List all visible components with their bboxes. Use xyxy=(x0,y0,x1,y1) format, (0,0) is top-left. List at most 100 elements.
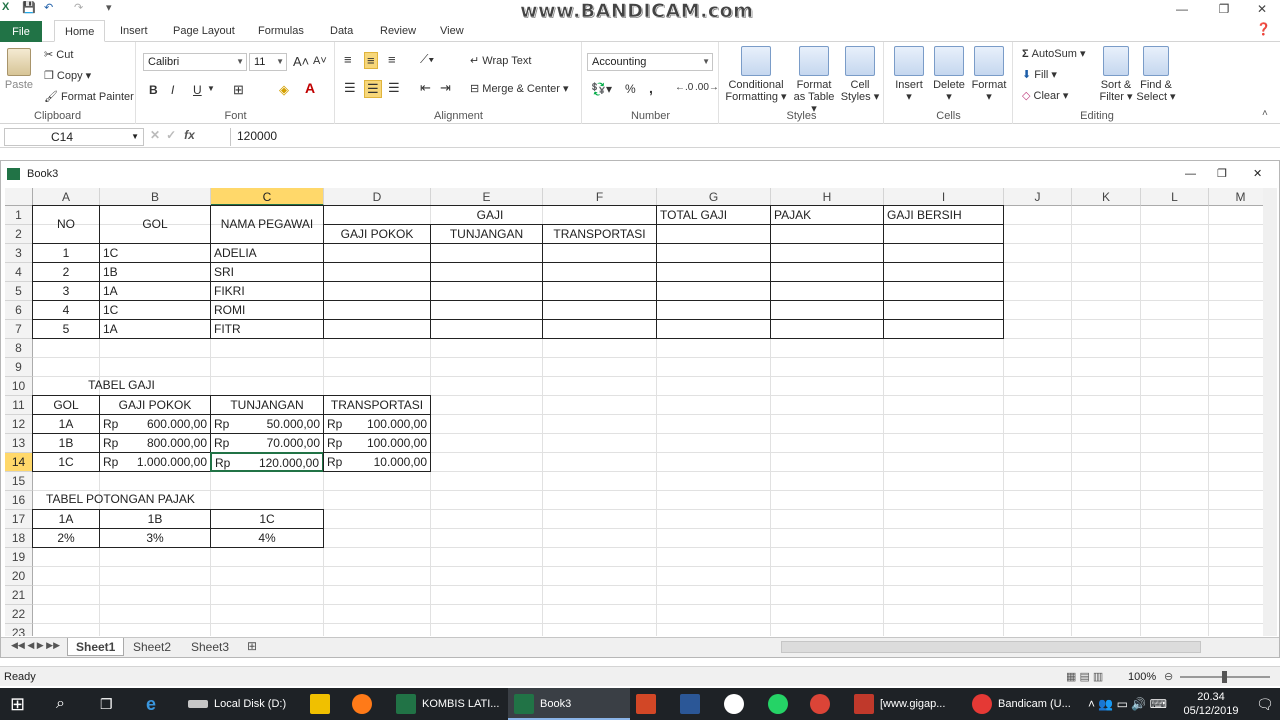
column-header[interactable]: H xyxy=(771,188,884,206)
word-icon[interactable] xyxy=(680,688,706,720)
gaji-header-tunjangan[interactable]: TUNJANGAN xyxy=(210,395,324,415)
cell-styles-button[interactable]: Cell Styles ▾ xyxy=(840,46,880,103)
row-header[interactable]: 3 xyxy=(5,244,33,263)
search-icon[interactable]: ⌕ xyxy=(56,688,65,720)
row-header[interactable]: 8 xyxy=(5,339,33,358)
orientation-icon[interactable]: ⟋▾ xyxy=(420,52,434,67)
accounting-format-icon[interactable]: 💱▾ xyxy=(591,82,612,96)
empty-cell[interactable] xyxy=(656,300,771,320)
tab-data[interactable]: Data xyxy=(320,20,363,42)
shrink-font-icon[interactable]: A˅ xyxy=(313,55,327,67)
decrease-decimal-icon[interactable]: .00→ xyxy=(695,82,719,93)
insert-function-button[interactable]: ✕ ✓ fx xyxy=(150,128,228,146)
employee-name[interactable]: ROMI xyxy=(210,300,324,320)
sheet-tab-sheet3[interactable]: Sheet3 xyxy=(183,638,237,656)
row-header[interactable]: 1 xyxy=(5,206,33,225)
gaji-gol[interactable]: 1B xyxy=(32,433,100,453)
sort-filter-button[interactable]: Sort & Filter ▾ xyxy=(1098,46,1134,103)
format-as-table-button[interactable]: Format as Table ▾ xyxy=(790,46,838,115)
empty-cell[interactable] xyxy=(323,262,431,282)
column-header[interactable]: G xyxy=(657,188,771,206)
tab-view[interactable]: View xyxy=(430,20,474,42)
borders-icon[interactable]: ⊞ xyxy=(233,82,244,98)
empty-cell[interactable] xyxy=(430,262,543,282)
empty-cell[interactable] xyxy=(430,243,543,263)
fill-button[interactable]: ⬇ Fill ▾ xyxy=(1022,68,1057,81)
wb-restore-icon[interactable]: ❐ xyxy=(1217,161,1227,187)
empty-cell[interactable] xyxy=(542,319,657,339)
header-tunjangan[interactable]: TUNJANGAN xyxy=(430,224,543,244)
empty-cell[interactable] xyxy=(883,243,1004,263)
wrap-text-button[interactable]: ↵ Wrap Text xyxy=(470,54,531,67)
column-header[interactable]: D xyxy=(324,188,431,206)
empty-cell[interactable] xyxy=(323,300,431,320)
name-box[interactable]: C14 ▼ xyxy=(4,128,144,146)
underline-button[interactable]: U xyxy=(193,83,202,97)
notification-icon[interactable]: 🗨 xyxy=(1256,688,1274,720)
customize-qat-icon[interactable]: ▾ xyxy=(106,1,112,14)
row-header[interactable]: 22 xyxy=(5,605,33,624)
comma-button[interactable]: , xyxy=(649,80,653,96)
empty-cell[interactable] xyxy=(542,262,657,282)
row-header[interactable]: 19 xyxy=(5,548,33,567)
empty-cell[interactable] xyxy=(430,300,543,320)
whatsapp-icon[interactable] xyxy=(768,688,794,720)
row-header[interactable]: 13 xyxy=(5,434,33,453)
font-color-icon[interactable]: A xyxy=(305,80,315,96)
close-icon[interactable]: ✕ xyxy=(1244,0,1280,18)
employee-no[interactable]: 2 xyxy=(32,262,100,282)
empty-cell[interactable] xyxy=(770,319,884,339)
empty-cell[interactable] xyxy=(770,224,884,244)
edge-icon[interactable]: e xyxy=(146,688,156,720)
font-name-select[interactable]: Calibri ▼ xyxy=(143,53,247,71)
row-header[interactable]: 15 xyxy=(5,472,33,491)
taskbar-kombis[interactable]: KOMBIS LATI... xyxy=(392,688,502,720)
tunjangan-value[interactable]: Rp 70.000,00 xyxy=(210,433,324,453)
align-center-icon[interactable]: ☰ xyxy=(364,80,382,98)
fill-color-icon[interactable]: ◈ xyxy=(279,82,289,98)
align-top-icon[interactable]: ≡ xyxy=(344,52,352,67)
employee-gol[interactable]: 1A xyxy=(99,319,211,339)
redo-icon[interactable]: ↷ xyxy=(74,1,83,14)
sheet-tab-sheet2[interactable]: Sheet2 xyxy=(125,638,179,656)
header-nama-pegawai[interactable]: NAMA PEGAWAI xyxy=(210,205,324,244)
row-header[interactable]: 18 xyxy=(5,529,33,548)
tunjangan-value[interactable]: Rp 50.000,00 xyxy=(210,414,324,434)
row-header[interactable]: 11 xyxy=(5,396,33,415)
tray-icons[interactable]: ˄ 👥 ▭ 🔊 ⌨ xyxy=(1088,688,1167,720)
horizontal-scrollbar[interactable] xyxy=(781,641,1201,653)
header-gaji[interactable]: GAJI xyxy=(323,205,657,225)
row-header[interactable]: 9 xyxy=(5,358,33,377)
tab-formulas[interactable]: Formulas xyxy=(248,20,314,42)
row-header[interactable]: 5 xyxy=(5,282,33,301)
row-header[interactable]: 20 xyxy=(5,567,33,586)
undo-icon[interactable]: ↶ xyxy=(44,1,53,14)
gaji-pokok-value[interactable]: Rp 800.000,00 xyxy=(99,433,211,453)
row-header[interactable]: 4 xyxy=(5,263,33,282)
powerpoint-icon[interactable] xyxy=(636,688,662,720)
format-cells-button[interactable]: Format ▾ xyxy=(969,46,1009,103)
bold-button[interactable]: B xyxy=(149,83,158,97)
tunjangan-value[interactable]: Rp 120.000,00 xyxy=(210,452,324,472)
delete-cells-button[interactable]: Delete ▾ xyxy=(929,46,969,103)
sheet-tab-sheet1[interactable]: Sheet1 xyxy=(67,638,125,656)
taskbar-book3[interactable]: Book3 xyxy=(508,688,630,720)
tab-home[interactable]: Home xyxy=(54,20,106,42)
employee-no[interactable]: 1 xyxy=(32,243,100,263)
gaji-header-gaji-pokok[interactable]: GAJI POKOK xyxy=(99,395,211,415)
task-view-icon[interactable]: ❐ xyxy=(100,688,113,720)
header-no[interactable]: NO xyxy=(32,205,100,244)
tab-file[interactable]: File xyxy=(0,21,42,42)
italic-button[interactable]: I xyxy=(171,83,174,97)
obs-icon[interactable] xyxy=(724,688,750,720)
taskbar-gigap[interactable]: [www.gigap... xyxy=(850,688,962,720)
column-header[interactable]: K xyxy=(1072,188,1141,206)
employee-name[interactable]: FIKRI xyxy=(210,281,324,301)
wb-minimize-icon[interactable]: — xyxy=(1185,161,1196,187)
align-bottom-icon[interactable]: ≡ xyxy=(388,52,396,67)
empty-cell[interactable] xyxy=(656,281,771,301)
gaji-header-gol[interactable]: GOL xyxy=(32,395,100,415)
tab-review[interactable]: Review xyxy=(370,20,426,42)
employee-gol[interactable]: 1C xyxy=(99,243,211,263)
tab-page-layout[interactable]: Page Layout xyxy=(163,20,245,42)
